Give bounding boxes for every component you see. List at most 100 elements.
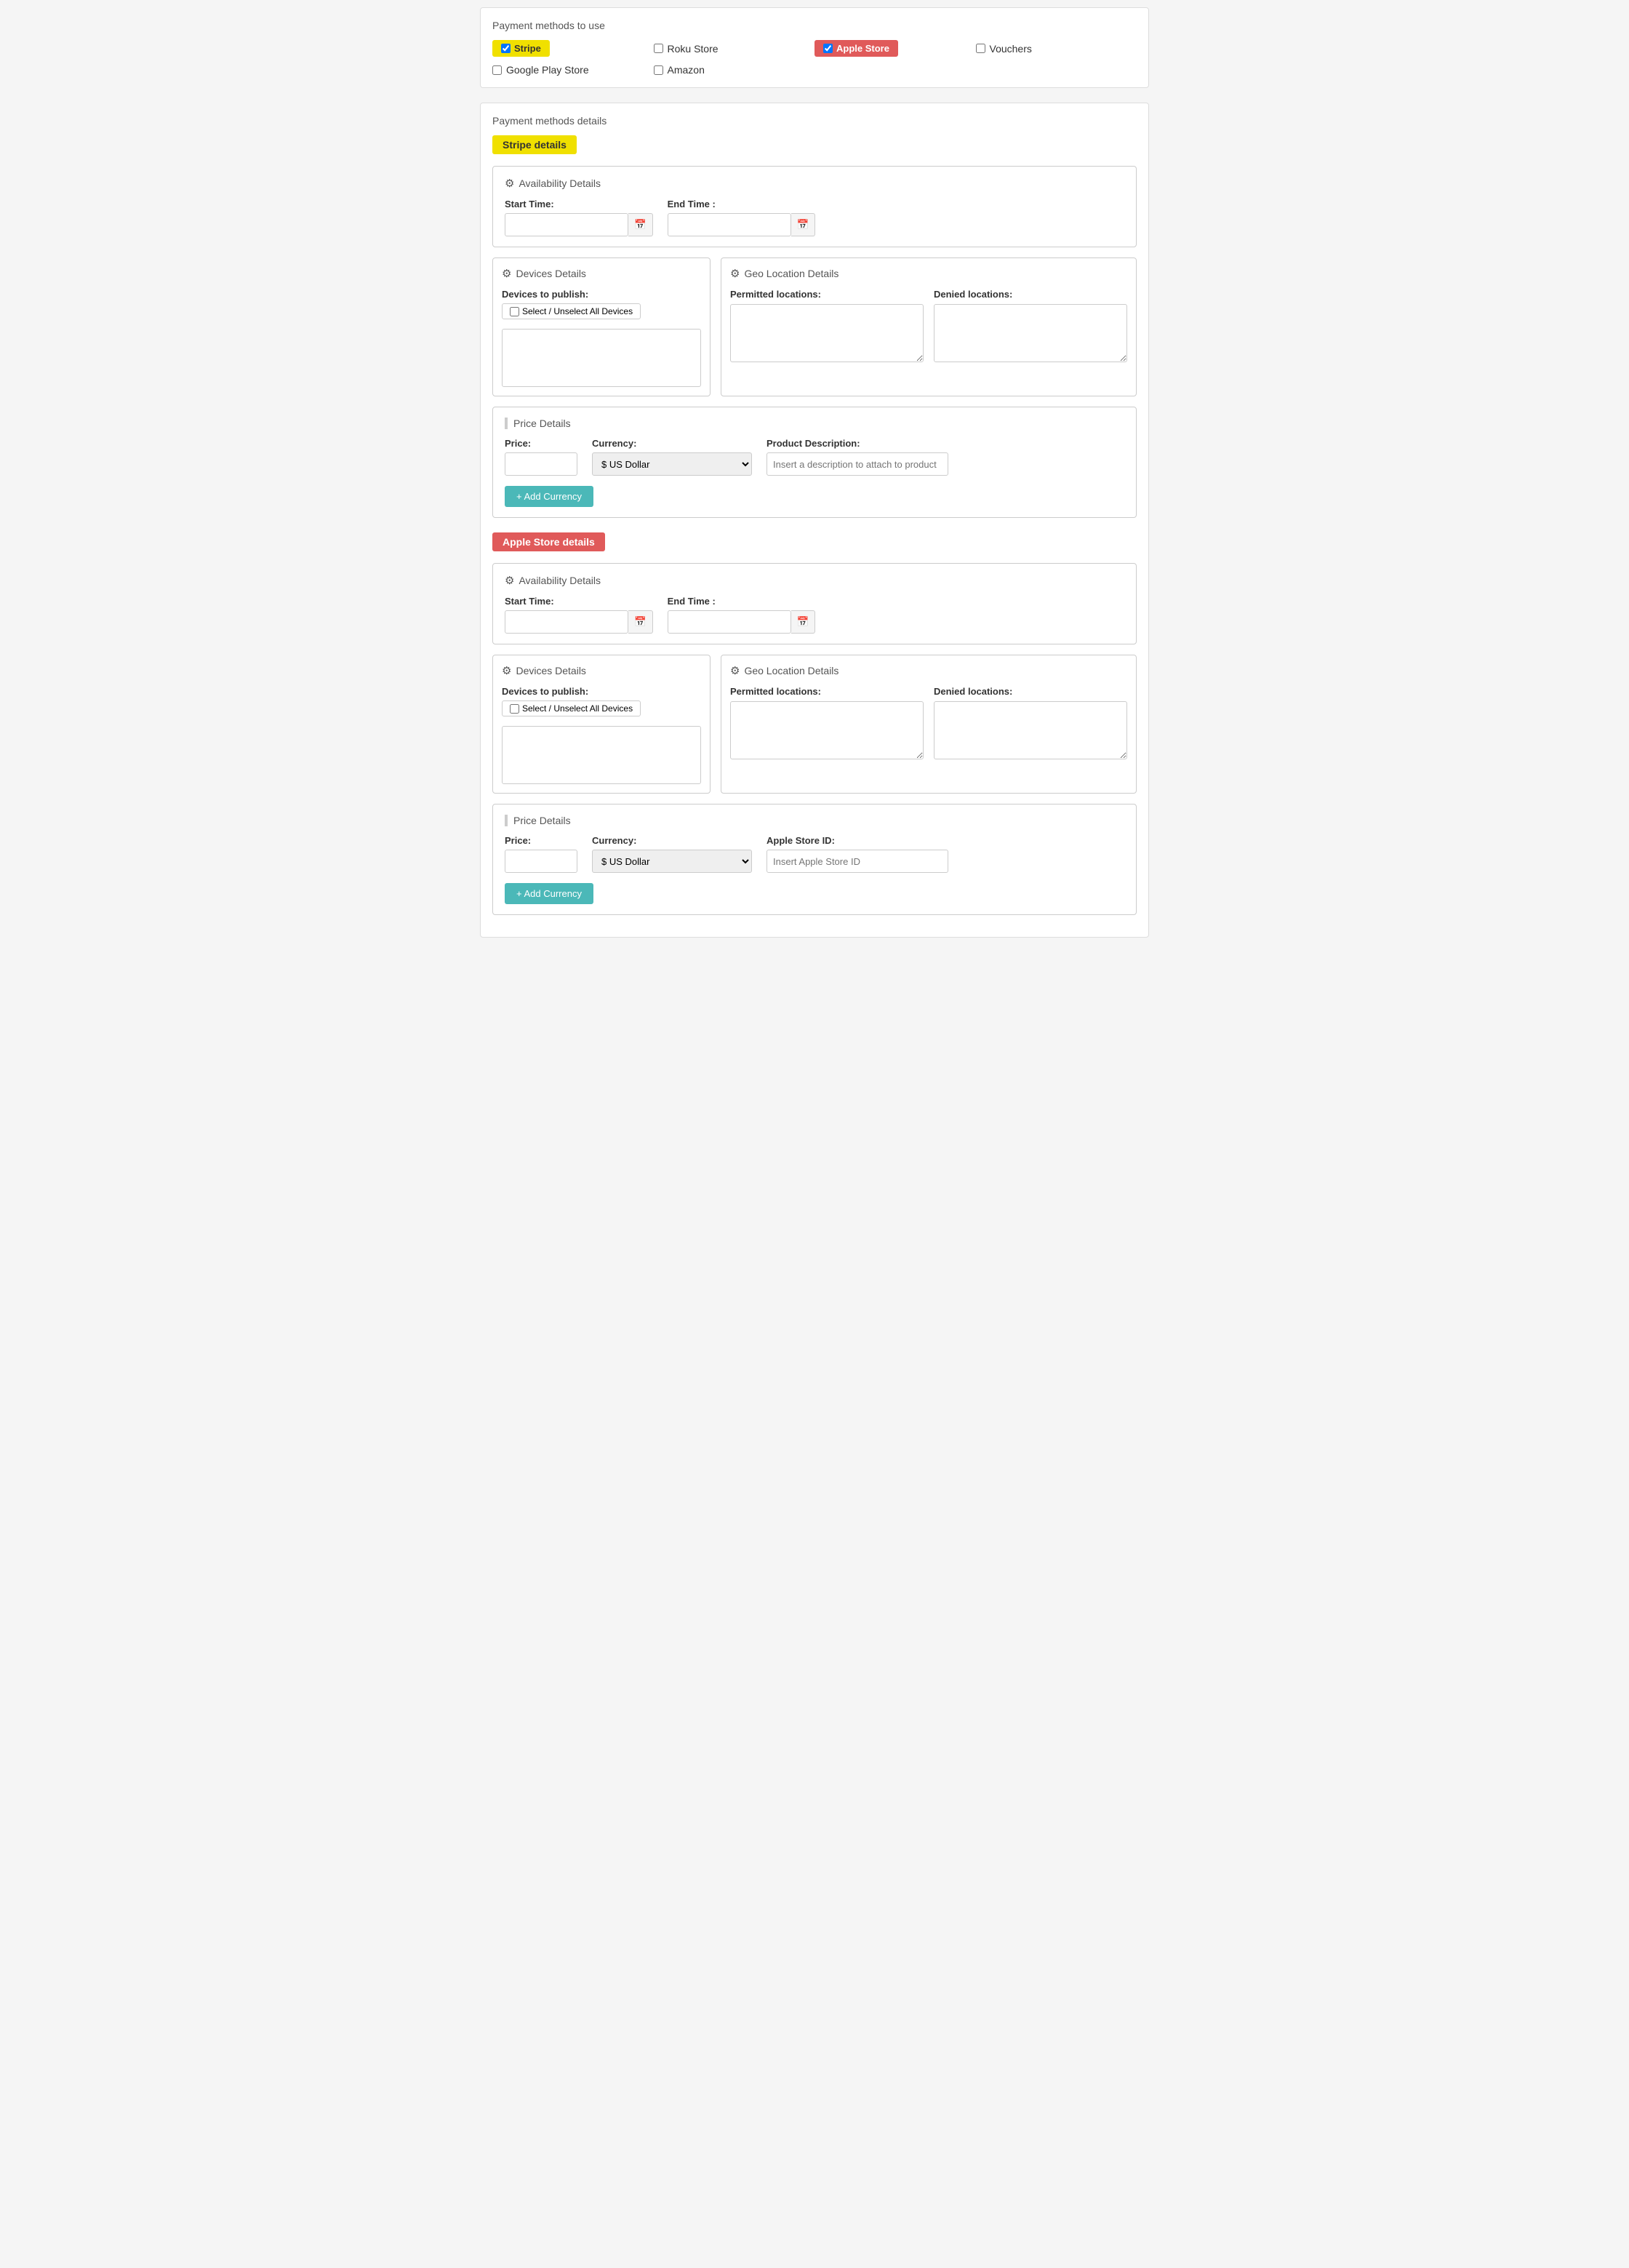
apple-geo-title: ⚙ Geo Location Details xyxy=(730,664,1127,677)
stripe-availability-card: ⚙ Availability Details Start Time: 📅 End… xyxy=(492,166,1137,247)
stripe-permitted-col: Permitted locations: xyxy=(730,289,924,364)
stripe-denied-textarea[interactable] xyxy=(934,304,1127,362)
stripe-method-item: Stripe xyxy=(492,40,654,57)
apple-permitted-textarea[interactable] xyxy=(730,701,924,759)
apple-details-block: Apple Store details ⚙ Availability Detai… xyxy=(492,532,1137,915)
stripe-devices-list xyxy=(502,329,701,387)
stripe-currency-select[interactable]: $ US Dollar xyxy=(592,452,752,476)
stripe-price-group: Price: 0.00 xyxy=(505,438,577,476)
stripe-start-time-input[interactable] xyxy=(505,213,628,236)
stripe-add-currency-button[interactable]: + Add Currency xyxy=(505,486,593,507)
apple-end-time-calendar-button[interactable]: 📅 xyxy=(791,610,816,634)
stripe-price-row: Price: 0.00 Currency: $ US Dollar Produc… xyxy=(505,438,1124,476)
amazon-method-item: Amazon xyxy=(654,64,815,76)
gear-icon-6: ⚙ xyxy=(502,664,511,677)
apple-permitted-col: Permitted locations: xyxy=(730,686,924,762)
gear-icon-5: ⚙ xyxy=(505,574,514,587)
gear-icon: ⚙ xyxy=(505,177,514,190)
stripe-devices-group: Devices to publish: Select / Unselect Al… xyxy=(502,289,701,387)
stripe-end-time-group: End Time : 📅 xyxy=(668,199,816,236)
apple-availability-row: Start Time: 📅 End Time : 📅 xyxy=(505,596,1124,634)
stripe-denied-col: Denied locations: xyxy=(934,289,1127,364)
apple-select-all-button[interactable]: Select / Unselect All Devices xyxy=(502,700,641,716)
stripe-availability-row: Start Time: 📅 End Time : 📅 xyxy=(505,199,1124,236)
google-method-item: Google Play Store xyxy=(492,64,654,76)
stripe-checkbox[interactable] xyxy=(501,44,511,53)
apple-currency-group: Currency: $ US Dollar xyxy=(592,835,752,873)
stripe-end-time-calendar-button[interactable]: 📅 xyxy=(791,213,816,236)
apple-denied-textarea[interactable] xyxy=(934,701,1127,759)
roku-label: Roku Store xyxy=(668,43,719,55)
apple-currency-select[interactable]: $ US Dollar xyxy=(592,850,752,873)
apple-badge[interactable]: Apple Store xyxy=(814,40,898,57)
stripe-denied-label: Denied locations: xyxy=(934,289,1127,300)
roku-checkbox[interactable] xyxy=(654,44,663,53)
stripe-devices-title: ⚙ Devices Details xyxy=(502,267,701,280)
apple-currency-label: Currency: xyxy=(592,835,752,846)
vouchers-label: Vouchers xyxy=(990,43,1032,55)
apple-start-time-input-wrapper: 📅 xyxy=(505,610,653,634)
apple-start-time-group: Start Time: 📅 xyxy=(505,596,653,634)
apple-store-id-group: Apple Store ID: xyxy=(767,835,948,873)
apple-devices-list xyxy=(502,726,701,784)
apple-checkbox[interactable] xyxy=(823,44,833,53)
stripe-select-all-checkbox[interactable] xyxy=(510,307,519,316)
stripe-select-all-button[interactable]: Select / Unselect All Devices xyxy=(502,303,641,319)
stripe-desc-input[interactable] xyxy=(767,452,948,476)
apple-price-group: Price: 0.00 xyxy=(505,835,577,873)
apple-start-time-label: Start Time: xyxy=(505,596,653,607)
stripe-start-time-label: Start Time: xyxy=(505,199,653,209)
apple-price-row: Price: 0.00 Currency: $ US Dollar Apple … xyxy=(505,835,1124,873)
stripe-price-input[interactable]: 0.00 xyxy=(505,452,577,476)
stripe-desc-group: Product Description: xyxy=(767,438,948,476)
payment-methods-grid: Stripe Roku Store Apple Store Vouchers G… xyxy=(492,40,1137,76)
apple-devices-to-publish-label: Devices to publish: xyxy=(502,686,701,697)
stripe-permitted-textarea[interactable] xyxy=(730,304,924,362)
apple-details-label: Apple Store details xyxy=(492,532,605,551)
apple-permitted-label: Permitted locations: xyxy=(730,686,924,697)
calendar-icon: 📅 xyxy=(634,219,647,231)
apple-devices-box: ⚙ Devices Details Devices to publish: Se… xyxy=(492,655,711,794)
stripe-devices-box: ⚙ Devices Details Devices to publish: Se… xyxy=(492,257,711,396)
stripe-price-card: Price Details Price: 0.00 Currency: $ US… xyxy=(492,407,1137,518)
apple-method-item: Apple Store xyxy=(814,40,976,57)
apple-availability-card: ⚙ Availability Details Start Time: 📅 End… xyxy=(492,563,1137,644)
apple-price-label: Price: xyxy=(505,835,577,846)
gear-icon-7: ⚙ xyxy=(730,664,740,677)
stripe-details-block: Stripe details ⚙ Availability Details St… xyxy=(492,135,1137,518)
stripe-geo-title: ⚙ Geo Location Details xyxy=(730,267,1127,280)
stripe-currency-label: Currency: xyxy=(592,438,752,449)
stripe-permitted-label: Permitted locations: xyxy=(730,289,924,300)
vouchers-checkbox[interactable] xyxy=(976,44,985,53)
apple-end-time-input[interactable] xyxy=(668,610,791,634)
apple-select-all-checkbox[interactable] xyxy=(510,704,519,714)
google-checkbox[interactable] xyxy=(492,65,502,75)
apple-devices-group: Devices to publish: Select / Unselect Al… xyxy=(502,686,701,784)
apple-select-all-row: Select / Unselect All Devices xyxy=(502,700,701,716)
stripe-price-title: Price Details xyxy=(505,418,1124,429)
calendar-icon-2: 📅 xyxy=(797,219,809,231)
calendar-icon-4: 📅 xyxy=(797,616,809,628)
stripe-end-time-input[interactable] xyxy=(668,213,791,236)
stripe-start-time-group: Start Time: 📅 xyxy=(505,199,653,236)
payment-details-section: Payment methods details Stripe details ⚙… xyxy=(480,103,1149,938)
apple-price-input[interactable]: 0.00 xyxy=(505,850,577,873)
stripe-end-time-input-wrapper: 📅 xyxy=(668,213,816,236)
apple-select-all-label: Select / Unselect All Devices xyxy=(522,703,633,714)
amazon-checkbox[interactable] xyxy=(654,65,663,75)
apple-store-id-input[interactable] xyxy=(767,850,948,873)
apple-availability-title: ⚙ Availability Details xyxy=(505,574,1124,587)
apple-start-time-calendar-button[interactable]: 📅 xyxy=(628,610,653,634)
stripe-label: Stripe xyxy=(514,43,541,54)
stripe-select-all-label: Select / Unselect All Devices xyxy=(522,306,633,316)
stripe-badge[interactable]: Stripe xyxy=(492,40,550,57)
apple-add-currency-button[interactable]: + Add Currency xyxy=(505,883,593,904)
apple-geo-box: ⚙ Geo Location Details Permitted locatio… xyxy=(721,655,1137,794)
stripe-availability-title: ⚙ Availability Details xyxy=(505,177,1124,190)
apple-end-time-group: End Time : 📅 xyxy=(668,596,816,634)
stripe-start-time-calendar-button[interactable]: 📅 xyxy=(628,213,653,236)
stripe-devices-to-publish-label: Devices to publish: xyxy=(502,289,701,300)
payment-methods-section: Payment methods to use Stripe Roku Store… xyxy=(480,7,1149,88)
apple-start-time-input[interactable] xyxy=(505,610,628,634)
apple-label: Apple Store xyxy=(836,43,889,54)
